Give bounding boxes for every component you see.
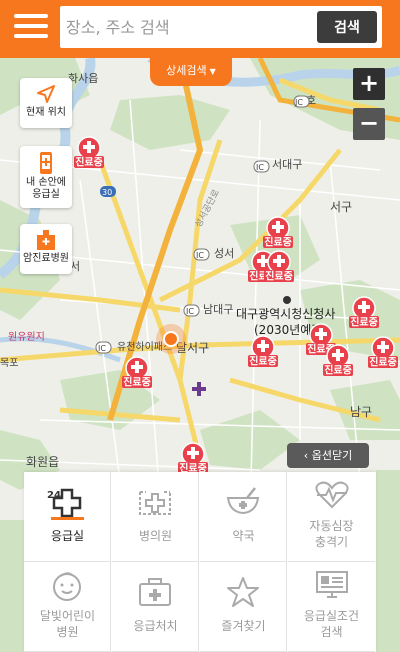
menu-er-condition-search[interactable]: 응급실조건 검색	[288, 562, 375, 652]
menu-label: 응급처치	[133, 619, 178, 633]
label-namdaegu: 남대구	[203, 303, 233, 316]
child-face-icon	[53, 572, 81, 601]
cancer-hospital-button[interactable]: 암진료병원	[20, 224, 72, 274]
label-seogu: 서구	[330, 200, 352, 214]
label-seodaegu: 서대구	[272, 158, 302, 171]
search-input[interactable]	[64, 10, 314, 44]
menu-night-children[interactable]: 달빛어린이 병원	[24, 562, 111, 652]
cancer-hospital-label: 암진료병원	[23, 253, 69, 264]
menu-label: 즐겨찾기	[221, 619, 266, 633]
label-mokpo: 목포	[0, 357, 18, 369]
active-indicator	[51, 517, 84, 520]
er-marker-label: 진료중	[249, 355, 277, 368]
first-aid-kit-icon	[139, 578, 171, 606]
menu-label: 약국	[232, 529, 255, 543]
city-hall-dot	[283, 296, 291, 304]
close-options-label: 옵션닫기	[311, 449, 353, 462]
current-location-button[interactable]: 현재 위치	[20, 78, 72, 128]
current-position-dot	[163, 331, 179, 347]
svg-text:IC: IC	[256, 163, 264, 172]
menu-label: 달빛어린이 병원	[39, 609, 96, 639]
menu-hospital[interactable]: 병의원	[112, 472, 199, 562]
menu-first-aid[interactable]: 응급처치	[112, 562, 199, 652]
zoom-in-button[interactable]: +	[353, 68, 385, 100]
current-location-label: 현재 위치	[26, 107, 66, 118]
menu-label: 응급실조건 검색	[303, 609, 360, 639]
advanced-search-label: 상세검색	[166, 64, 207, 77]
er-marker-label: 진료중	[350, 316, 378, 329]
chevron-down-icon: ▼	[209, 67, 216, 76]
svg-text:JC: JC	[294, 98, 303, 107]
menu-favorites[interactable]: 즐겨찾기	[200, 562, 287, 652]
location-arrow-icon	[37, 85, 55, 103]
menu-aed[interactable]: 자동심장 충격기	[288, 472, 375, 562]
chevron-left-icon: ‹	[303, 449, 312, 462]
search-button[interactable]: 검색	[317, 11, 377, 43]
menu-pharmacy[interactable]: 약국	[200, 472, 287, 562]
svg-text:IC: IC	[98, 344, 106, 353]
menu-emergency-room[interactable]: 24 응급실	[24, 472, 111, 562]
label-park: 원유원지	[8, 331, 45, 343]
svg-text:IC: IC	[186, 307, 194, 316]
label-hwawon: 화원읍	[26, 455, 59, 469]
menu-label: 자동심장 충격기	[309, 519, 354, 549]
er-marker-label: 진료중	[75, 156, 103, 169]
svg-text:30: 30	[102, 188, 112, 197]
close-options-button[interactable]: ‹ 옵션닫기	[287, 443, 369, 468]
top-bar: 검색	[0, 0, 400, 58]
heartbeat-icon	[314, 481, 349, 509]
emergency-in-hand-label: 내 손안에 응급실	[26, 177, 66, 200]
er-marker-label: 진료중	[369, 356, 397, 369]
search-box: 검색	[60, 6, 382, 48]
zoom-out-button[interactable]: −	[353, 108, 385, 140]
er-marker-label: 진료중	[324, 364, 352, 377]
label-seongseo: 성서	[214, 247, 234, 260]
advanced-search-tab[interactable]: 상세검색 ▼	[150, 58, 232, 86]
er-marker-label: 진료중	[265, 270, 293, 283]
menu-label: 응급실	[50, 529, 85, 543]
menu-icon[interactable]	[14, 12, 48, 40]
menu-label: 병의원	[138, 529, 173, 543]
monitor-list-icon	[315, 571, 348, 598]
er-marker-label: 진료중	[123, 376, 151, 389]
hospital-cross-icon	[139, 491, 171, 515]
mortar-pestle-icon	[226, 487, 260, 515]
label-hwasa: 화사읍	[68, 72, 98, 85]
phone-cross-icon	[40, 152, 52, 174]
emergency-in-hand-button[interactable]: 내 손안에 응급실	[20, 146, 72, 208]
er-marker-label: 진료중	[264, 236, 292, 249]
label-namgu: 남구	[350, 405, 372, 419]
star-icon	[227, 577, 259, 607]
bottom-menu-panel: 24 응급실 병의원 약국 자동심장 충격기 달빛어린이 병원 응급처치 즐겨찾…	[24, 472, 376, 652]
svg-text:IC: IC	[196, 251, 204, 260]
label-city-hall: 대구광역시청신청사	[236, 307, 335, 321]
hospital-building-icon	[37, 230, 55, 250]
